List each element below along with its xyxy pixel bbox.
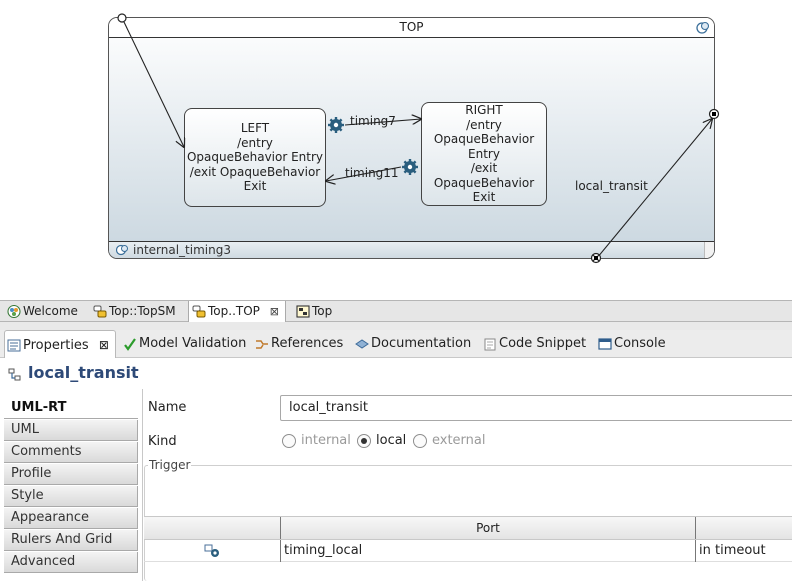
kind-radio-external-label: external — [432, 433, 486, 448]
column-header-event[interactable] — [696, 517, 792, 539]
tab-top-top[interactable]: Top..TOP ⊠ — [188, 301, 286, 322]
close-tab-icon[interactable]: ⊠ — [99, 331, 109, 359]
tab-welcome-label: Welcome — [23, 304, 78, 318]
section-rulers-and-grid[interactable]: Rulers And Grid — [4, 530, 138, 551]
transition-icon — [8, 368, 21, 381]
state-machine-icon — [93, 305, 107, 318]
tab-properties[interactable]: Properties ⊠ — [4, 330, 116, 358]
section-uml[interactable]: UML — [4, 420, 138, 441]
kind-radio-internal[interactable]: internal — [282, 432, 351, 450]
console-icon — [598, 338, 612, 350]
tab-references-label: References — [271, 336, 344, 351]
tab-properties-label: Properties — [23, 338, 89, 353]
selection-handle[interactable] — [594, 256, 598, 260]
tab-model-validation[interactable]: Model Validation — [121, 330, 246, 358]
trigger-event-cell: in timeout — [699, 543, 766, 558]
tab-console[interactable]: Console — [596, 330, 666, 358]
name-input[interactable]: local_transit — [280, 395, 792, 421]
radio-icon — [413, 434, 427, 448]
tab-top-topsm[interactable]: Top::TopSM — [90, 301, 176, 322]
close-tab-icon[interactable]: ⊠ — [270, 302, 279, 322]
gear-icon — [402, 159, 418, 175]
code-snippet-icon — [484, 338, 496, 351]
kind-radio-local-label: local — [376, 433, 407, 448]
kind-radio-local[interactable]: local — [357, 432, 406, 450]
section-appearance[interactable]: Appearance — [4, 508, 138, 529]
tab-top[interactable]: Top — [293, 301, 332, 322]
name-label: Name — [148, 400, 187, 415]
initial-transition[interactable] — [123, 21, 184, 147]
tab-code-snippet[interactable]: Code Snippet — [481, 330, 586, 358]
transition-label-timing11[interactable]: timing11 — [345, 166, 399, 180]
tab-top-label: Top — [312, 304, 333, 318]
selection-handle[interactable] — [712, 112, 716, 116]
documentation-icon — [355, 339, 369, 349]
trigger-icon — [204, 544, 219, 557]
editor-tab-bar: Welcome Top::TopSM Top..TOP ⊠ Top — [0, 300, 792, 322]
properties-icon — [7, 339, 21, 352]
column-header-port[interactable]: Port — [281, 517, 696, 539]
properties-title: local_transit — [28, 363, 139, 382]
tab-code-snippet-label: Code Snippet — [499, 336, 587, 351]
initial-pseudostate[interactable] — [117, 13, 127, 23]
capsule-structure-icon — [296, 305, 310, 318]
section-profile[interactable]: Profile — [4, 464, 138, 485]
trigger-icon-cell — [144, 540, 281, 562]
tab-model-validation-label: Model Validation — [139, 336, 247, 351]
gear-icon — [328, 117, 344, 133]
tab-console-label: Console — [614, 336, 666, 351]
kind-radio-internal-label: internal — [301, 433, 351, 448]
kind-radio-external[interactable]: external — [413, 432, 486, 450]
tab-top-topsm-label: Top::TopSM — [109, 304, 176, 318]
properties-header: local_transit — [0, 359, 792, 389]
tab-top-top-label: Top..TOP — [208, 304, 260, 318]
trigger-port-cell: timing_local — [281, 540, 696, 562]
section-style[interactable]: Style — [4, 486, 138, 507]
section-comments[interactable]: Comments — [4, 442, 138, 463]
state-machine-icon — [192, 305, 206, 318]
tab-welcome[interactable]: Welcome — [4, 301, 78, 322]
section-advanced[interactable]: Advanced — [4, 552, 138, 573]
transition-label-local-transit[interactable]: local_transit — [575, 179, 648, 193]
view-tab-bar: Properties ⊠ Model Validation References… — [0, 330, 792, 358]
table-header: Port — [144, 516, 792, 540]
column-header-icon[interactable] — [144, 517, 281, 539]
transition-label-timing7[interactable]: timing7 — [350, 114, 396, 128]
papyrus-welcome-icon — [7, 305, 21, 318]
table-row[interactable]: timing_local in timeout — [144, 540, 792, 562]
tab-documentation-label: Documentation — [371, 336, 472, 351]
tab-documentation[interactable]: Documentation — [353, 330, 471, 358]
transitions-layer — [117, 13, 720, 264]
tab-references[interactable]: References — [253, 330, 343, 358]
properties-content: Name local_transit Kind internal local e… — [143, 389, 792, 581]
property-sections: UML-RT UML Comments Profile Style Appear… — [4, 398, 138, 581]
view-separator — [0, 322, 792, 330]
check-icon — [124, 338, 136, 351]
references-icon — [256, 340, 268, 349]
kind-label: Kind — [148, 434, 177, 449]
trigger-group-label: Trigger — [148, 458, 192, 472]
radio-icon — [282, 434, 296, 448]
radio-icon — [357, 434, 371, 448]
section-uml-rt[interactable]: UML-RT — [4, 398, 138, 419]
diagram-canvas[interactable]: TOP internal_timing3 LEFT /entry OpaqueB… — [0, 0, 792, 300]
